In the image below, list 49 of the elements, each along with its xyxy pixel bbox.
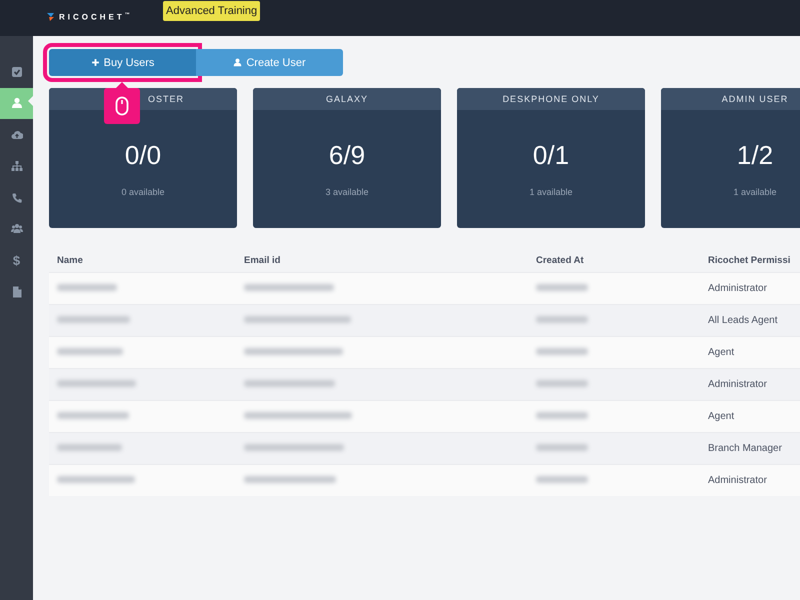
license-count: 0/1: [532, 140, 570, 171]
available-count: 0 available: [121, 187, 165, 197]
column-header: Email id: [236, 248, 528, 272]
file-icon: [10, 286, 22, 298]
create-user-button[interactable]: Create User: [196, 49, 343, 76]
user-icon: [10, 97, 22, 110]
sitemap-icon: [10, 160, 22, 172]
available-count: 1 available: [733, 187, 777, 197]
table-cell: Branch Manager: [700, 432, 800, 464]
blurred-text: [536, 412, 588, 419]
table-cell: Agent: [700, 336, 800, 368]
sidebar-item[interactable]: $: [0, 245, 33, 276]
mouse-icon: [115, 96, 129, 116]
available-count: 3 available: [325, 187, 369, 197]
license-count: 0/0: [124, 140, 162, 171]
blurred-text: [536, 444, 588, 451]
table-cell: Administrator: [700, 272, 800, 304]
blurred-text: [536, 476, 588, 483]
card-title: GALAXY: [253, 88, 441, 110]
checkbox-icon: [10, 66, 22, 78]
table-cell: All Leads Agent: [700, 304, 800, 336]
buy-users-button[interactable]: Buy Users: [49, 49, 196, 76]
card-title: ADMIN USER: [661, 88, 800, 110]
license-count: 6/9: [328, 140, 366, 171]
column-header: Ricochet Permissi: [700, 248, 800, 272]
column-header: Created At: [528, 248, 700, 272]
card-title: DESKPHONE ONLY: [457, 88, 645, 110]
plus-icon: [90, 58, 100, 67]
phone-icon: [10, 192, 22, 204]
cloud-upload-icon: [10, 128, 22, 141]
table-cell: Agent: [700, 400, 800, 432]
blurred-text: [536, 348, 588, 355]
license-count: 1/2: [736, 140, 774, 171]
column-header: Name: [49, 248, 236, 272]
available-count: 1 available: [529, 187, 573, 197]
blurred-text: [536, 284, 588, 291]
logo-icon: [47, 12, 56, 21]
blurred-text: [57, 444, 122, 451]
logo-text: RICOCHET$^{™}$: [59, 12, 130, 22]
blurred-text: [536, 316, 588, 323]
blurred-text: [57, 348, 123, 355]
blurred-text: [57, 284, 117, 291]
blurred-text: [536, 380, 588, 387]
blurred-text: [57, 412, 129, 419]
user-icon: [233, 58, 242, 67]
users-icon: [10, 223, 22, 236]
table-cell: Administrator: [700, 368, 800, 400]
table-cell: Administrator: [700, 464, 800, 496]
training-badge: Advanced Training: [163, 1, 260, 21]
